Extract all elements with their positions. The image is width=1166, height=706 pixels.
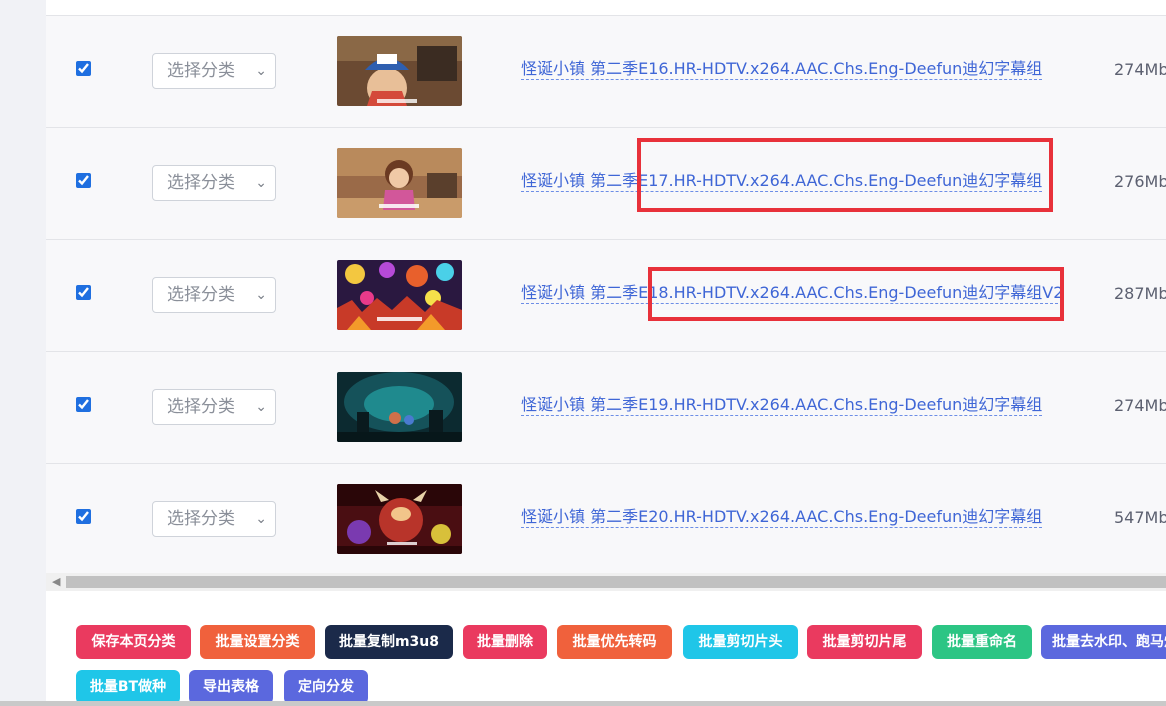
- table-row: 选择分类 ⌄ 怪诞小镇 第二季E19.HR-HDTV.x264.AAC.Chs.…: [46, 351, 1166, 463]
- thumbnail-boy-cap-icon[interactable]: [337, 36, 462, 106]
- batch-priority-transcode-button[interactable]: 批量优先转码: [557, 625, 672, 659]
- row-checkbox[interactable]: [76, 509, 91, 524]
- category-select-label: 选择分类: [167, 509, 235, 529]
- chevron-down-icon: ⌄: [255, 175, 267, 191]
- file-title-link[interactable]: 怪诞小镇 第二季E16.HR-HDTV.x264.AAC.Chs.Eng-Dee…: [521, 59, 1043, 80]
- batch-remove-watermark-button[interactable]: 批量去水印、跑马灯: [1041, 625, 1166, 659]
- chevron-down-icon: ⌄: [255, 287, 267, 303]
- chevron-down-icon: ⌄: [255, 399, 267, 415]
- scrollbar-thumb[interactable]: [66, 576, 1166, 588]
- row-checkbox[interactable]: [76, 397, 91, 412]
- left-gutter: [0, 0, 46, 706]
- thumbnail-girl-sweater-icon[interactable]: [337, 148, 462, 218]
- category-select-label: 选择分类: [167, 61, 235, 81]
- batch-bt-seed-button[interactable]: 批量BT做种: [76, 670, 180, 704]
- table-row: 选择分类 ⌄ 怪诞小镇 第二季E18.HR-HDTV.x264.AAC.Chs.…: [46, 239, 1166, 351]
- file-title-link[interactable]: 怪诞小镇 第二季E19.HR-HDTV.x264.AAC.Chs.Eng-Dee…: [521, 395, 1043, 416]
- file-table: 选择分类 ⌄ 怪诞小镇 第二季E16.HR-HDTV.x264.AAC.Chs.…: [46, 0, 1166, 706]
- row-checkbox[interactable]: [76, 61, 91, 76]
- batch-set-category-button[interactable]: 批量设置分类: [200, 625, 315, 659]
- batch-cut-outro-button[interactable]: 批量剪切片尾: [807, 625, 922, 659]
- scroll-left-arrow-icon[interactable]: ◀: [52, 575, 60, 588]
- batch-cut-intro-button[interactable]: 批量剪切片头: [683, 625, 798, 659]
- table-row: 选择分类 ⌄ 怪诞小镇 第二季E16.HR-HDTV.x264.AAC.Chs.…: [46, 15, 1166, 127]
- category-select[interactable]: 选择分类 ⌄: [152, 501, 276, 537]
- chevron-down-icon: ⌄: [255, 63, 267, 79]
- thumbnail-chaos-town-icon[interactable]: [337, 260, 462, 330]
- save-page-category-button[interactable]: 保存本页分类: [76, 625, 191, 659]
- horizontal-scrollbar[interactable]: ◀: [46, 573, 1166, 591]
- file-title-link[interactable]: 怪诞小镇 第二季E17.HR-HDTV.x264.AAC.Chs.Eng-Dee…: [521, 171, 1043, 192]
- file-size: 274Mb: [1114, 396, 1166, 415]
- page-scrollbar[interactable]: [0, 701, 1166, 706]
- row-checkbox[interactable]: [76, 285, 91, 300]
- directed-distribution-button[interactable]: 定向分发: [284, 670, 368, 704]
- table-row: 选择分类 ⌄ 怪诞小镇 第二季E17.HR-HDTV.x264.AAC.Chs.…: [46, 127, 1166, 239]
- thumbnail-dark-cave-icon[interactable]: [337, 372, 462, 442]
- file-size: 276Mb: [1114, 172, 1166, 191]
- batch-delete-button[interactable]: 批量删除: [463, 625, 547, 659]
- file-size: 274Mb: [1114, 60, 1166, 79]
- category-select[interactable]: 选择分类 ⌄: [152, 53, 276, 89]
- thumbnail-monster-fire-icon[interactable]: [337, 484, 462, 554]
- table-row: 选择分类 ⌄ 怪诞小镇 第二季E20.HR-HDTV.x264.AAC.Chs.…: [46, 463, 1166, 575]
- category-select-label: 选择分类: [167, 285, 235, 305]
- category-select-label: 选择分类: [167, 397, 235, 417]
- file-size: 547Mb: [1114, 508, 1166, 527]
- file-title-link[interactable]: 怪诞小镇 第二季E20.HR-HDTV.x264.AAC.Chs.Eng-Dee…: [521, 507, 1043, 528]
- category-select[interactable]: 选择分类 ⌄: [152, 389, 276, 425]
- chevron-down-icon: ⌄: [255, 511, 267, 527]
- batch-rename-button[interactable]: 批量重命名: [932, 625, 1032, 659]
- export-table-button[interactable]: 导出表格: [189, 670, 273, 704]
- file-size: 287Mb: [1114, 284, 1166, 303]
- row-checkbox[interactable]: [76, 173, 91, 188]
- batch-copy-m3u8-button[interactable]: 批量复制m3u8: [325, 625, 453, 659]
- category-select[interactable]: 选择分类 ⌄: [152, 277, 276, 313]
- category-select-label: 选择分类: [167, 173, 235, 193]
- file-title-link[interactable]: 怪诞小镇 第二季E18.HR-HDTV.x264.AAC.Chs.Eng-Dee…: [521, 283, 1064, 304]
- category-select[interactable]: 选择分类 ⌄: [152, 165, 276, 201]
